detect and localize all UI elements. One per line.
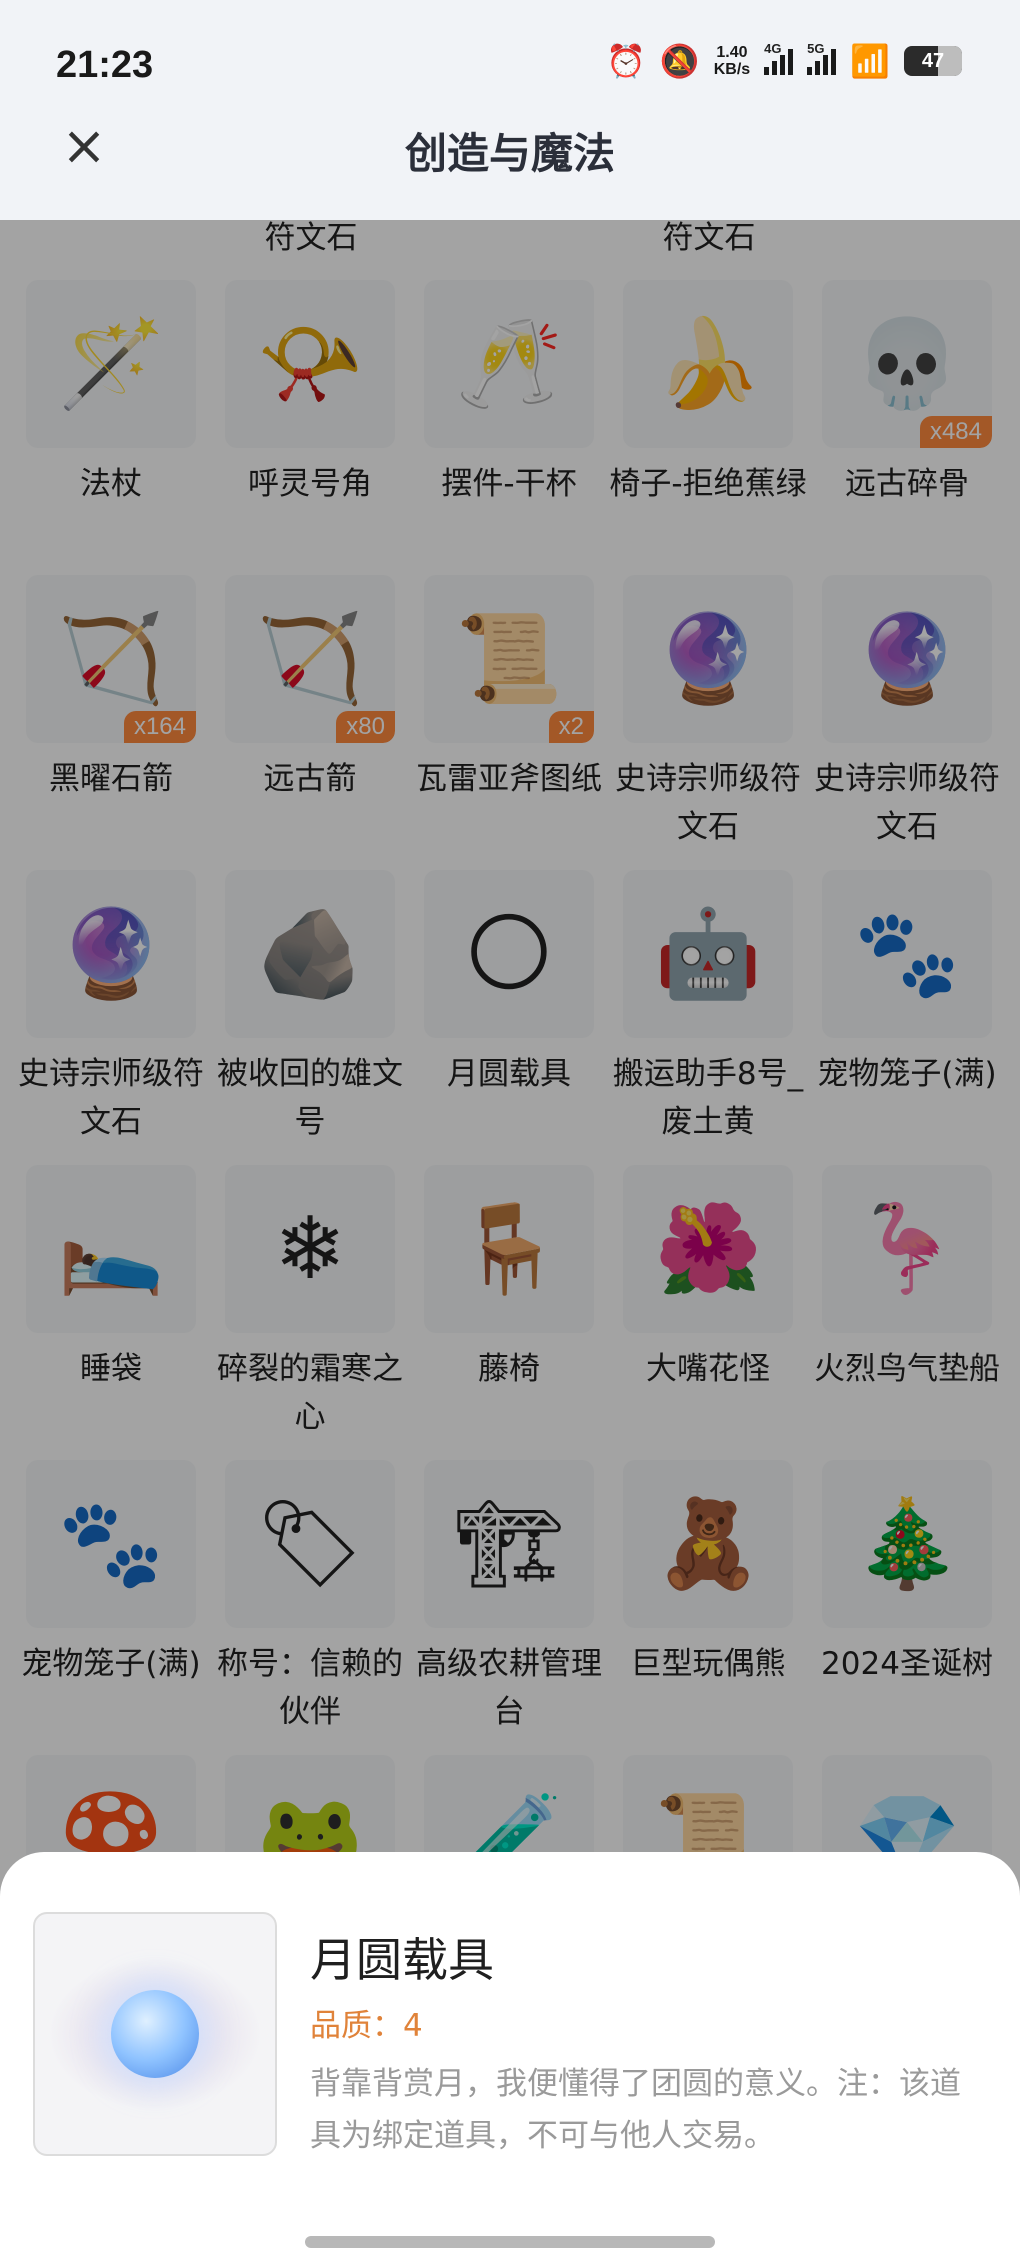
home-indicator[interactable] <box>305 2236 715 2248</box>
item-detail-quality: 品质：4 <box>310 2008 423 2044</box>
signal-4g-icon: 4G <box>764 41 794 75</box>
moon-orb-icon <box>111 1990 199 2078</box>
status-time: 21:23 <box>56 44 154 86</box>
net-speed-unit: KB/s <box>713 61 751 78</box>
item-detail-title: 月圆载具 <box>310 1933 494 1987</box>
wifi-icon: 📶 <box>850 42 890 80</box>
top-bar: 21:23 ⏰ 🔕 1.40 KB/s 4G 5G 📶 47 × 创造与魔法 <box>0 0 1020 220</box>
item-detail-image <box>33 1912 277 2156</box>
mute-bell-icon: 🔕 <box>659 42 700 80</box>
status-icons: ⏰ 🔕 1.40 KB/s 4G 5G 📶 47 <box>606 41 962 80</box>
battery-level: 47 <box>921 49 945 72</box>
net-speed-value: 1.40 <box>716 44 748 61</box>
alarm-icon: ⏰ <box>606 42 646 80</box>
item-detail-sheet: 月圆载具 品质：4 背靠背赏月，我便懂得了团圆的意义。注：该道具为绑定道具，不可… <box>0 1852 1020 2267</box>
net-speed: 1.40 KB/s <box>714 44 750 78</box>
signal-5g-label: 5G <box>807 41 825 56</box>
battery-icon: 47 <box>904 46 962 76</box>
page-title: 创造与魔法 <box>404 129 615 178</box>
signal-5g-icon: 5G <box>807 41 837 75</box>
signal-4g-label: 4G <box>764 41 782 56</box>
item-detail-description: 背靠背赏月，我便懂得了团圆的意义。注：该道具为绑定道具，不可与他人交易。 <box>310 2066 961 2154</box>
